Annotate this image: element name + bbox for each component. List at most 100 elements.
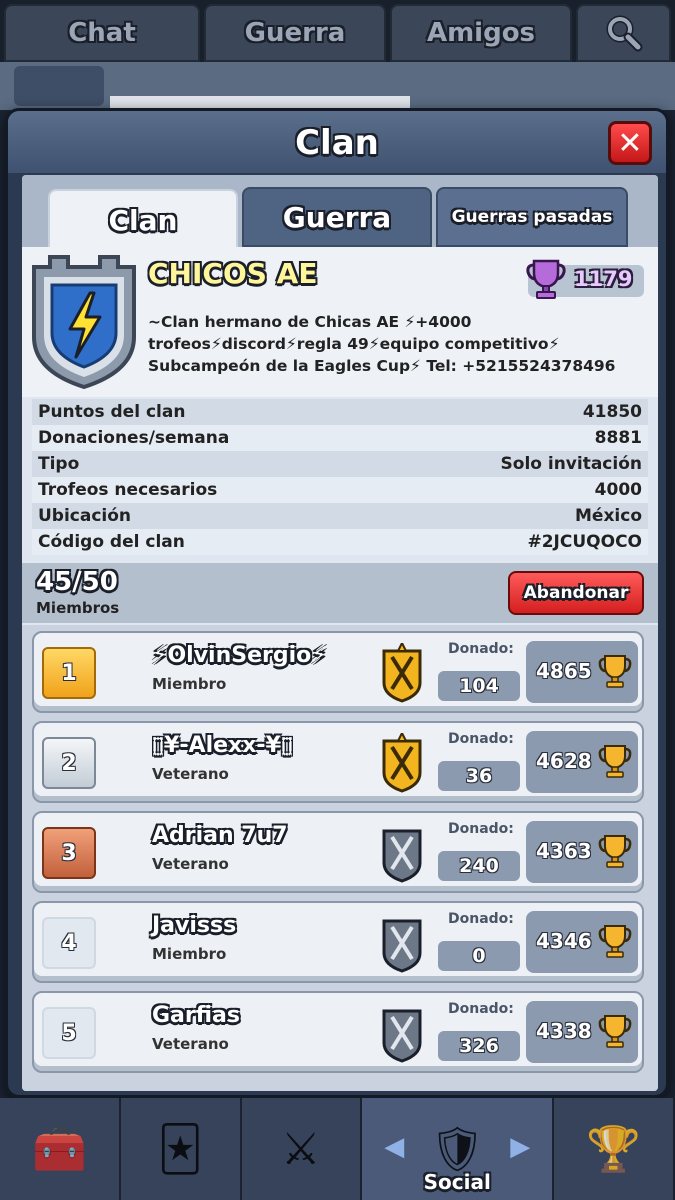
stat-label: Código del clan (38, 532, 185, 552)
clan-modal: Clan ✕ Clan Guerra Guerras pasadas CHICO… (5, 108, 669, 1098)
stat-label: Ubicación (38, 506, 132, 526)
donated-label: Donado: (448, 641, 514, 657)
member-trophies-value: 4363 (536, 839, 592, 863)
stat-label: Trofeos necesarios (38, 480, 218, 500)
nav-tournaments[interactable]: 🏆 (554, 1098, 675, 1200)
trophy-icon (598, 925, 632, 958)
stat-row: Donaciones/semana 8881 (32, 425, 648, 451)
gold-arena-icon (382, 643, 422, 703)
stat-value: 4000 (594, 480, 642, 500)
tab-amigos-label: Amigos (426, 18, 536, 48)
stat-value: 41850 (582, 402, 642, 422)
donated-label: Donado: (448, 1001, 514, 1017)
rank-number: 5 (61, 1020, 77, 1046)
member-role: Veterano (152, 855, 229, 873)
nav-social[interactable]: ◀ 🛡 ▶ Social (362, 1098, 555, 1200)
nav-battle[interactable]: ⚔ (241, 1098, 363, 1200)
tab-war-label: Guerra (282, 200, 392, 234)
trophy-icon (598, 745, 632, 778)
gold-arena-icon (382, 733, 422, 793)
tab-past-wars-label: Guerras pasadas (451, 207, 613, 227)
member-trophies: 4346 (526, 911, 638, 973)
tab-chat-label: Chat (68, 18, 136, 48)
clan-description: ~Clan hermano de Chicas AE ⚡+4000 trofeo… (148, 313, 616, 375)
member-row[interactable]: 1 ⚡OlvinSergio⚡ Miembro Donado: 104 4865 (32, 631, 644, 713)
close-icon: ✕ (617, 125, 643, 161)
silver-arena-icon (382, 919, 422, 973)
members-label: Miembros (36, 599, 120, 617)
rank-badge: 2 (42, 737, 96, 789)
member-row[interactable]: 3 Adrian 7u7 Veterano Donado: 240 4363 (32, 811, 644, 893)
donated-value: 326 (438, 1031, 520, 1061)
tab-past-wars[interactable]: Guerras pasadas (436, 187, 628, 247)
member-name: ▯¥-Alexx-¥▯ (152, 733, 293, 758)
stat-row: Trofeos necesarios 4000 (32, 477, 648, 503)
rank-badge: 4 (42, 917, 96, 969)
swords-icon: ⚔ (281, 1123, 321, 1175)
clan-stats: Puntos del clan 41850 Donaciones/semana 88… (32, 399, 648, 555)
rank-number: 1 (61, 660, 77, 686)
tab-chat[interactable]: Chat (4, 4, 200, 62)
rank-number: 4 (61, 930, 77, 956)
clan-name: CHICOS AE (148, 257, 318, 290)
member-role: Veterano (152, 1035, 229, 1053)
rank-badge: 5 (42, 1007, 96, 1059)
member-name: Garfias (152, 1003, 240, 1028)
rank-badge: 3 (42, 827, 96, 879)
nav-cards[interactable]: 🃏 (120, 1098, 242, 1200)
stat-value: México (575, 506, 642, 526)
member-role: Miembro (152, 945, 227, 963)
tab-clan-label: Clan (108, 203, 178, 237)
stat-value: Solo invitación (500, 454, 642, 474)
chest-icon: 🧰 (31, 1124, 87, 1175)
modal-title: Clan (295, 123, 379, 163)
stat-row: Ubicación México (32, 503, 648, 529)
member-trophies: 4628 (526, 731, 638, 793)
tab-amigos[interactable]: Amigos (390, 4, 572, 62)
trophy-icon (598, 655, 632, 688)
background-clan-strip (0, 62, 675, 110)
donated-value: 36 (438, 761, 520, 791)
stat-row: Puntos del clan 41850 (32, 399, 648, 425)
rank-badge: 1 (42, 647, 96, 699)
trophy-icon (598, 1015, 632, 1048)
stat-label: Tipo (38, 454, 80, 474)
search-icon (606, 15, 642, 52)
member-list: 1 ⚡OlvinSergio⚡ Miembro Donado: 104 4865… (22, 625, 658, 1091)
donated-value: 240 (438, 851, 520, 881)
silver-arena-icon (382, 829, 422, 883)
top-tab-bar: Chat Guerra Amigos (0, 0, 675, 62)
purple-trophy-icon (526, 259, 566, 299)
stat-label: Donaciones/semana (38, 428, 230, 448)
stat-value: 8881 (594, 428, 642, 448)
trophy-icon (598, 835, 632, 868)
stat-row: Tipo Solo invitación (32, 451, 648, 477)
clan-badge-icon (32, 255, 136, 390)
members-header: 45/50 Miembros Abandonar (22, 563, 658, 623)
stat-row: Código del clan #2JCUQOCO (32, 529, 648, 555)
member-row[interactable]: 2 ▯¥-Alexx-¥▯ Veterano Donado: 36 4628 (32, 721, 644, 803)
member-trophies-value: 4865 (536, 659, 592, 683)
member-trophies: 4865 (526, 641, 638, 703)
donated-value: 104 (438, 671, 520, 701)
member-name: ⚡OlvinSergio⚡ (152, 643, 327, 668)
cards-icon: 🃏 (157, 1123, 203, 1175)
member-row[interactable]: 4 Javisss Miembro Donado: 0 4346 (32, 901, 644, 983)
search-button[interactable] (576, 4, 671, 62)
tab-clan[interactable]: Clan (48, 189, 238, 249)
close-button[interactable]: ✕ (608, 121, 652, 165)
clan-shield-icon: 🛡 (429, 1124, 486, 1175)
stat-value: #2JCUQOCO (527, 532, 642, 552)
member-trophies-value: 4346 (536, 929, 592, 953)
nav-shop[interactable]: 🧰 (0, 1098, 121, 1200)
leave-clan-button[interactable]: Abandonar (508, 571, 644, 615)
bottom-nav: 🧰 🃏 ⚔ ◀ 🛡 ▶ Social 🏆 (0, 1098, 675, 1200)
tab-guerra-label: Guerra (244, 18, 346, 48)
member-trophies-value: 4338 (536, 1019, 592, 1043)
member-row[interactable]: 5 Garfias Veterano Donado: 326 4338 (32, 991, 644, 1073)
tab-guerra[interactable]: Guerra (204, 4, 386, 62)
arrow-left-icon: ◀ (384, 1132, 405, 1162)
tab-war[interactable]: Guerra (242, 187, 432, 247)
donated-value: 0 (438, 941, 520, 971)
member-trophies: 4338 (526, 1001, 638, 1063)
